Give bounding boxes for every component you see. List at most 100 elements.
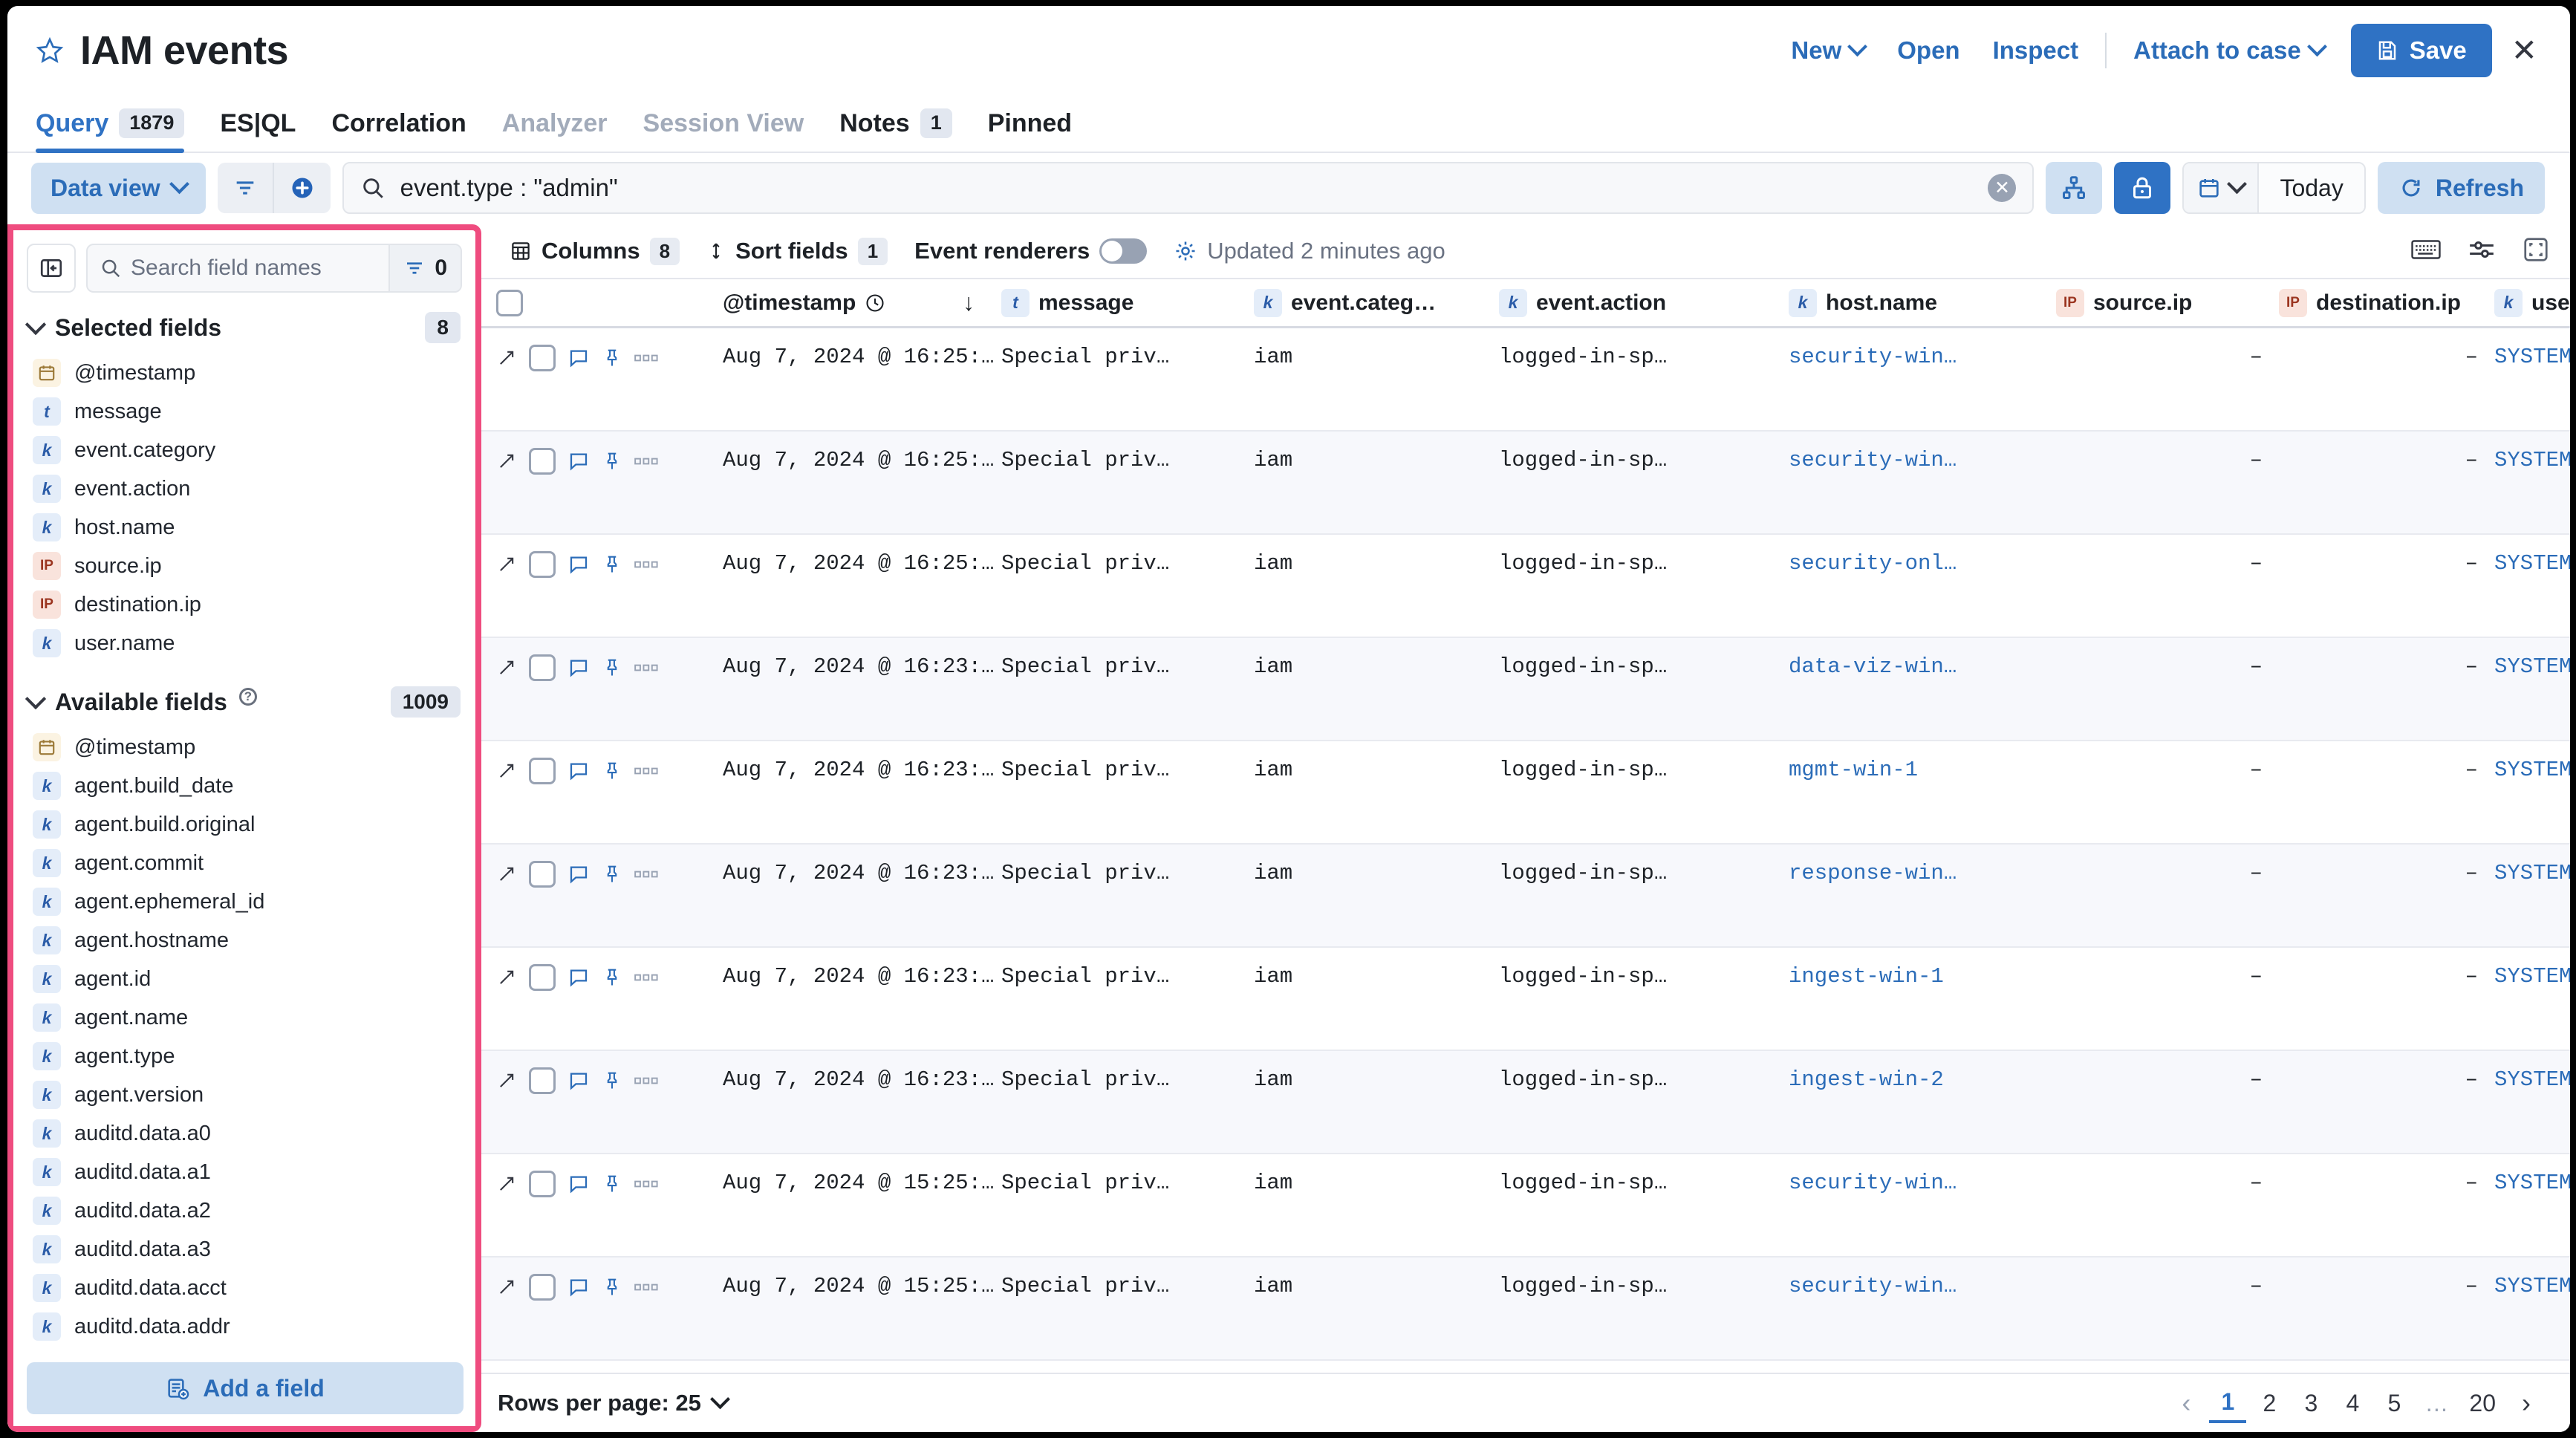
pin-icon[interactable] bbox=[602, 966, 622, 989]
pin-icon[interactable] bbox=[602, 863, 622, 885]
pagination-page-2[interactable]: 2 bbox=[2251, 1383, 2288, 1423]
refresh-button[interactable]: Refresh bbox=[2378, 162, 2545, 214]
cell-user-name[interactable]: SYSTEM bbox=[2494, 448, 2570, 472]
cell-user-name[interactable]: SYSTEM bbox=[2494, 654, 2570, 679]
more-actions-icon[interactable] bbox=[634, 1177, 660, 1191]
expand-icon[interactable] bbox=[496, 451, 517, 472]
cell-host-name[interactable]: security-win… bbox=[1789, 448, 2056, 472]
th-event-action[interactable]: k event.action bbox=[1499, 289, 1789, 317]
comment-icon[interactable] bbox=[567, 553, 590, 576]
selected-field--timestamp[interactable]: @timestamp bbox=[21, 354, 471, 392]
available-field-agent-version[interactable]: kagent.version bbox=[21, 1076, 471, 1114]
sort-direction-arrow[interactable]: ↓ bbox=[963, 289, 975, 316]
help-circle-icon[interactable]: ? bbox=[239, 688, 257, 706]
cell-user-name[interactable]: SYSTEM bbox=[2494, 964, 2570, 989]
row-checkbox[interactable] bbox=[529, 345, 556, 371]
th-timestamp[interactable]: @timestamp ↓ bbox=[689, 289, 1001, 316]
cell-host-name[interactable]: response-win… bbox=[1789, 861, 2056, 885]
table-row[interactable]: Aug 7, 2024 @ 16:23:…Special priv…iamlog… bbox=[481, 638, 2570, 741]
close-icon[interactable]: ✕ bbox=[2492, 35, 2545, 66]
available-field-auditd-data-a3[interactable]: kauditd.data.a3 bbox=[21, 1230, 471, 1269]
comment-icon[interactable] bbox=[567, 760, 590, 782]
columns-button[interactable]: Columns 8 bbox=[496, 238, 693, 265]
selected-field-message[interactable]: tmessage bbox=[21, 392, 471, 431]
expand-icon[interactable] bbox=[496, 1070, 517, 1091]
pin-icon[interactable] bbox=[602, 760, 622, 782]
tab-notes[interactable]: Notes 1 bbox=[822, 108, 970, 152]
th-user-name[interactable]: k user.name bbox=[2494, 289, 2570, 317]
cell-user-name[interactable]: SYSTEM bbox=[2494, 345, 2570, 369]
comment-icon[interactable] bbox=[567, 657, 590, 679]
analyzer-toggle-button[interactable] bbox=[2046, 162, 2102, 214]
chevron-right-icon[interactable]: › bbox=[2508, 1383, 2545, 1423]
expand-icon[interactable] bbox=[496, 761, 517, 781]
pagination-page-3[interactable]: 3 bbox=[2292, 1383, 2329, 1423]
table-row[interactable]: Aug 7, 2024 @ 16:23:…Special priv…iamlog… bbox=[481, 741, 2570, 845]
comment-icon[interactable] bbox=[567, 863, 590, 885]
keyboard-icon[interactable] bbox=[2411, 238, 2441, 265]
cell-user-name[interactable]: SYSTEM bbox=[2494, 551, 2570, 576]
data-view-selector[interactable]: Data view bbox=[31, 163, 206, 214]
display-options-icon[interactable] bbox=[2468, 238, 2496, 265]
more-actions-icon[interactable] bbox=[634, 558, 660, 571]
tab-query[interactable]: Query 1879 bbox=[36, 108, 202, 152]
pagination-page-20[interactable]: 20 bbox=[2462, 1383, 2503, 1423]
pagination-page-1[interactable]: 1 bbox=[2209, 1383, 2246, 1423]
pin-icon[interactable] bbox=[602, 1173, 622, 1195]
selected-field-event-category[interactable]: kevent.category bbox=[21, 431, 471, 469]
available-field-auditd-data-a2[interactable]: kauditd.data.a2 bbox=[21, 1191, 471, 1230]
expand-icon[interactable] bbox=[496, 864, 517, 885]
more-actions-icon[interactable] bbox=[634, 455, 660, 468]
cell-host-name[interactable]: security-onl… bbox=[1789, 551, 2056, 576]
expand-icon[interactable] bbox=[496, 1174, 517, 1194]
th-destination-ip[interactable]: IP destination.ip bbox=[2279, 289, 2494, 317]
cell-host-name[interactable]: mgmt-win-1 bbox=[1789, 758, 2056, 782]
row-checkbox[interactable] bbox=[529, 964, 556, 991]
available-field-auditd-data-a0[interactable]: kauditd.data.a0 bbox=[21, 1114, 471, 1153]
expand-icon[interactable] bbox=[496, 1277, 517, 1298]
row-checkbox[interactable] bbox=[529, 861, 556, 888]
more-actions-icon[interactable] bbox=[634, 971, 660, 984]
available-field-agent-commit[interactable]: kagent.commit bbox=[21, 844, 471, 882]
table-row[interactable]: Aug 7, 2024 @ 15:25:…Special priv…iamlog… bbox=[481, 1258, 2570, 1361]
row-checkbox[interactable] bbox=[529, 758, 556, 784]
cell-user-name[interactable]: SYSTEM bbox=[2494, 758, 2570, 782]
row-checkbox[interactable] bbox=[529, 1067, 556, 1094]
tab-correlation[interactable]: Correlation bbox=[313, 109, 484, 152]
event-renderers-toggle[interactable]: Event renderers bbox=[901, 238, 1160, 264]
clear-query-icon[interactable]: ✕ bbox=[1988, 174, 2016, 202]
gear-icon[interactable] bbox=[1174, 239, 1197, 263]
search-input[interactable] bbox=[400, 174, 1974, 202]
open-button[interactable]: Open bbox=[1881, 36, 1976, 65]
tab-session-view[interactable]: Session View bbox=[625, 109, 822, 152]
available-field-agent-name[interactable]: kagent.name bbox=[21, 998, 471, 1037]
lock-timerange-button[interactable] bbox=[2114, 162, 2170, 214]
add-filter-button[interactable] bbox=[274, 163, 331, 213]
selected-field-source-ip[interactable]: IPsource.ip bbox=[21, 547, 471, 585]
row-checkbox[interactable] bbox=[529, 1274, 556, 1301]
table-row[interactable]: Aug 7, 2024 @ 15:25:…Special priv…iamlog… bbox=[481, 1154, 2570, 1258]
row-checkbox[interactable] bbox=[529, 654, 556, 681]
cell-user-name[interactable]: SYSTEM bbox=[2494, 1171, 2570, 1195]
cell-user-name[interactable]: SYSTEM bbox=[2494, 861, 2570, 885]
cell-host-name[interactable]: security-win… bbox=[1789, 345, 2056, 369]
available-field-agent-build-original[interactable]: kagent.build.original bbox=[21, 805, 471, 844]
sort-fields-button[interactable]: Sort fields 1 bbox=[693, 238, 901, 265]
pin-icon[interactable] bbox=[602, 1276, 622, 1298]
query-input-wrapper[interactable]: ✕ bbox=[342, 162, 2035, 214]
available-fields-header[interactable]: Available fields ? 1009 bbox=[21, 676, 471, 728]
expand-icon[interactable] bbox=[496, 554, 517, 575]
cell-host-name[interactable]: data-viz-win… bbox=[1789, 654, 2056, 679]
chevron-left-icon[interactable]: ‹ bbox=[2167, 1383, 2205, 1423]
row-checkbox[interactable] bbox=[529, 1171, 556, 1197]
available-field-agent-id[interactable]: kagent.id bbox=[21, 960, 471, 998]
available-field-agent-ephemeral_id[interactable]: kagent.ephemeral_id bbox=[21, 882, 471, 921]
th-event-category[interactable]: k event.categ… bbox=[1254, 289, 1499, 317]
cell-host-name[interactable]: security-win… bbox=[1789, 1171, 2056, 1195]
comment-icon[interactable] bbox=[567, 450, 590, 472]
available-field-auditd-data-a1[interactable]: kauditd.data.a1 bbox=[21, 1153, 471, 1191]
available-field-auditd-data-acct[interactable]: kauditd.data.acct bbox=[21, 1269, 471, 1307]
selected-field-host-name[interactable]: khost.name bbox=[21, 508, 471, 547]
table-row[interactable]: Aug 7, 2024 @ 16:23:…Special priv…iamlog… bbox=[481, 948, 2570, 1051]
more-actions-icon[interactable] bbox=[634, 868, 660, 881]
